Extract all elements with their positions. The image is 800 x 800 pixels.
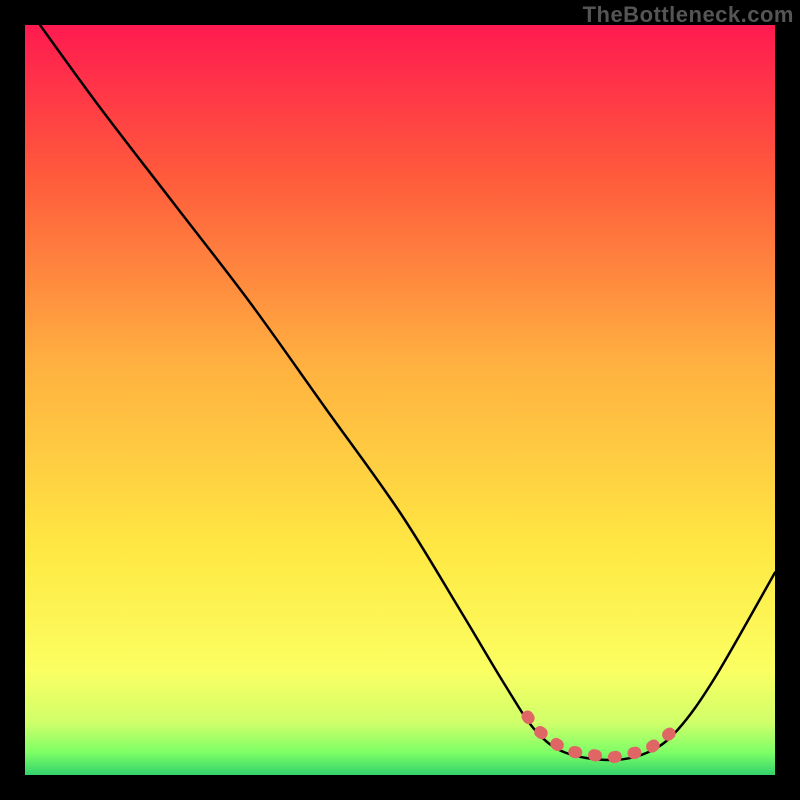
plot-area (25, 25, 775, 775)
watermark-text: TheBottleneck.com (583, 2, 794, 28)
chart-frame: TheBottleneck.com (0, 0, 800, 800)
bottleneck-chart (0, 0, 800, 800)
